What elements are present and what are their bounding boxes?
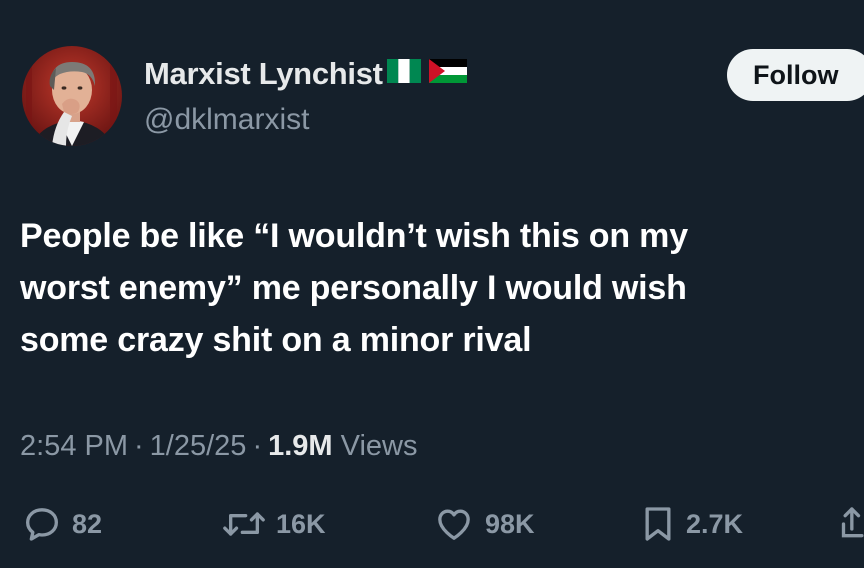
avatar[interactable] [22,46,122,146]
author-handle[interactable]: @dklmarxist [144,102,309,138]
reply-icon [26,508,58,541]
bookmark-button[interactable]: 2.7K [640,504,743,544]
reply-count: 82 [72,508,103,539]
nigeria-flag-icon [386,55,421,91]
reply-button[interactable]: 82 [22,504,102,544]
meta-separator: · [134,430,144,462]
repost-count: 16K [276,508,326,539]
repost-icon [223,512,265,536]
profile-photo-icon [22,46,122,146]
tweet-text-line: worst enemy” me personally I would wish [20,269,687,307]
palestine-flag-icon [428,55,467,91]
share-icon [841,507,864,538]
bookmark-icon [645,507,671,541]
tweet-date[interactable]: 1/25/25 [150,430,247,462]
meta-separator: · [252,430,263,462]
follow-button[interactable]: Follow [727,49,864,101]
tweet-text: People be like “I wouldn’t wish this on … [20,210,850,366]
author-display-name[interactable]: Marxist Lynchist [144,56,467,92]
views-count: 1.9M [268,430,333,462]
author-name-text: Marxist Lynchist [144,56,383,91]
tweet-time[interactable]: 2:54 PM [20,430,128,462]
like-count: 98K [485,508,535,539]
tweet-meta: 2:54 PM · 1/25/25 · 1.9M Views [20,426,418,466]
tweet-text-line: People be like “I wouldn’t wish this on … [20,217,688,255]
bookmark-count: 2.7K [686,508,744,539]
repost-button[interactable]: 16K [222,504,326,544]
tweet-text-line: some crazy shit on a minor rival [20,321,532,359]
views-label: Views [340,430,418,462]
share-button[interactable] [838,504,864,544]
like-button[interactable]: 98K [433,504,535,544]
heart-icon [438,509,470,540]
